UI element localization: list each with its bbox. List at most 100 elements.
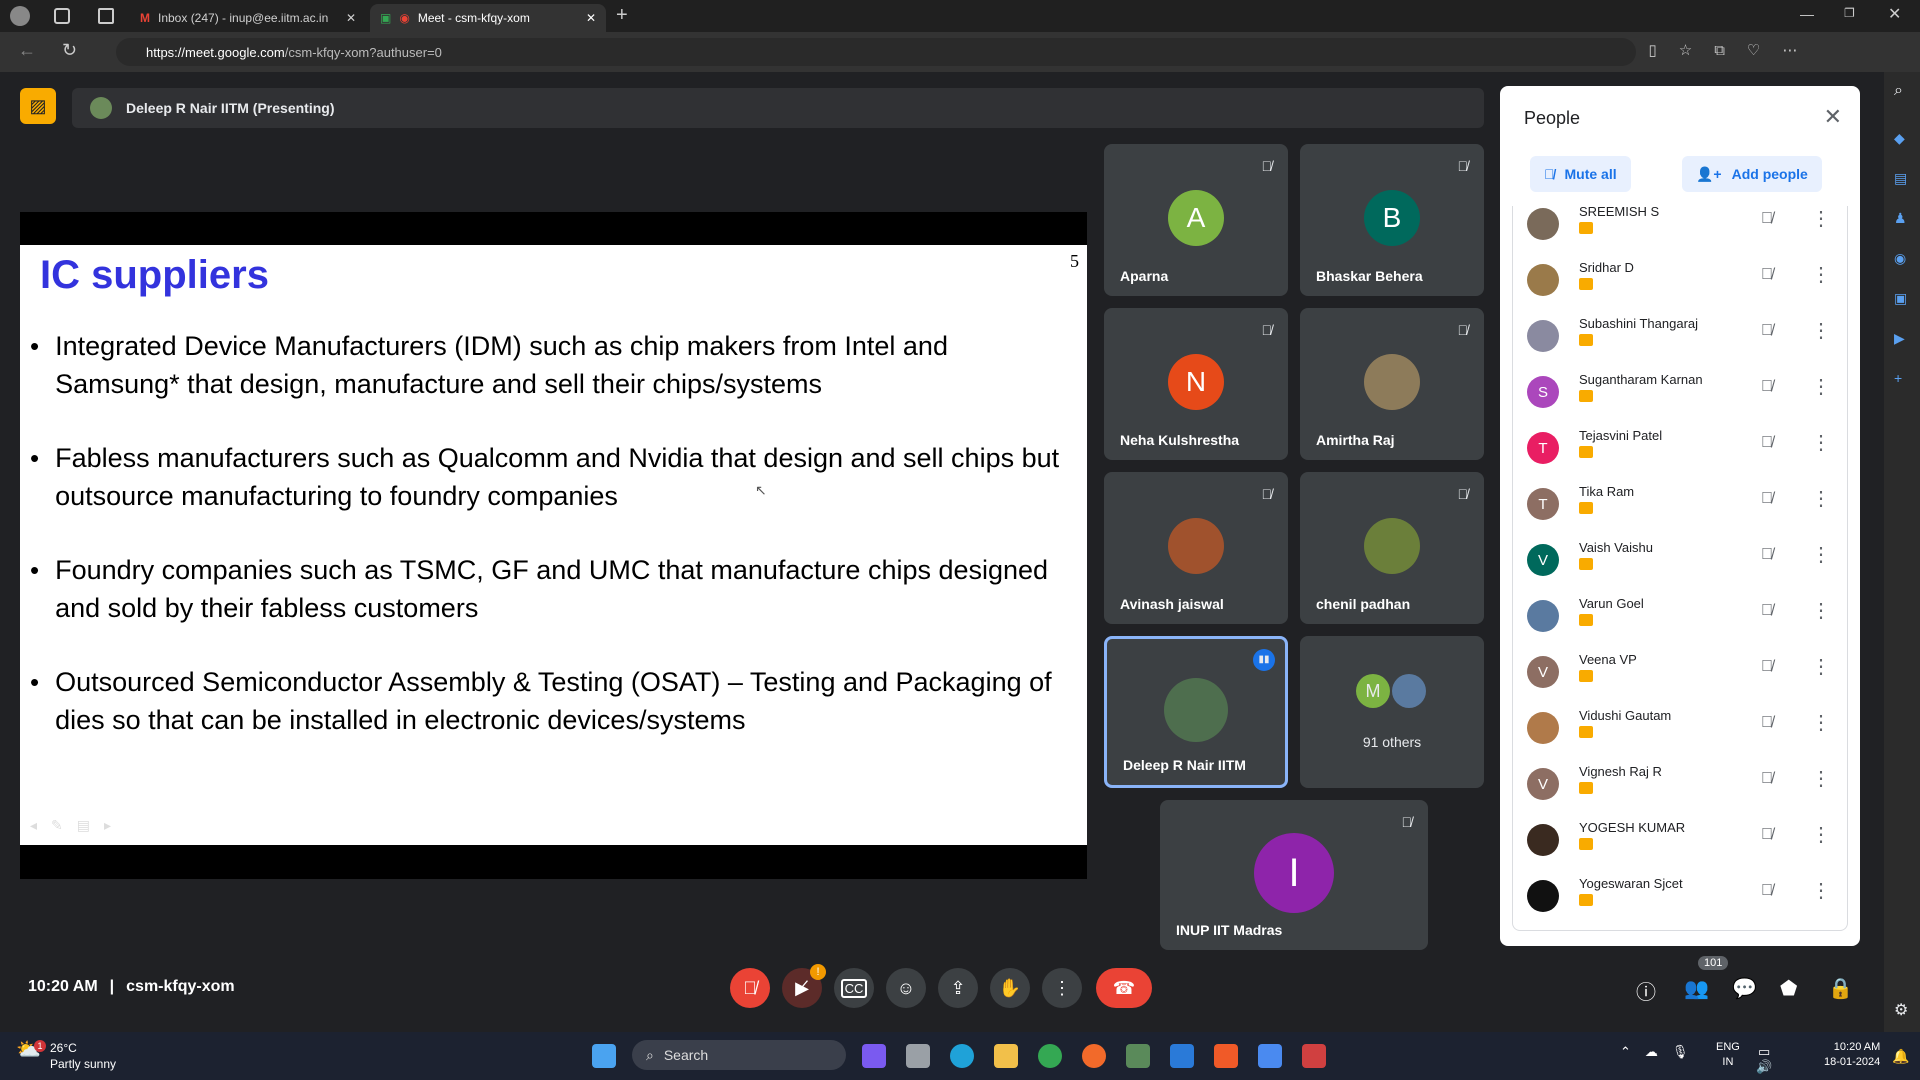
close-icon[interactable]: ✕ [1824, 104, 1842, 130]
participant-list[interactable]: SREEMISH S 🎙̸ ⋮ Sridhar D 🎙̸ ⋮ Subashini Tha… [1512, 206, 1848, 931]
raise-hand-button[interactable]: ✋ [990, 968, 1030, 1008]
close-tab-icon[interactable]: ✕ [586, 11, 596, 25]
more-options-icon[interactable]: ⋮ [1811, 318, 1831, 343]
refresh-icon[interactable]: ↻ [62, 40, 77, 61]
presentation-icon[interactable]: ▨ [20, 88, 56, 124]
mic-off-icon[interactable]: 🎙̸ [1761, 882, 1773, 900]
list-item[interactable]: Vidushi Gautam 🎙̸ ⋮ [1513, 702, 1847, 758]
close-tab-icon[interactable]: ✕ [346, 11, 356, 25]
more-options-button[interactable]: ⋮ [1042, 968, 1082, 1008]
mic-off-icon[interactable]: 🎙̸ [1761, 322, 1773, 340]
profile-icon[interactable] [10, 6, 30, 26]
notepad-icon[interactable] [1258, 1044, 1282, 1068]
list-item[interactable]: S Sugantharam Karnan 🎙̸ ⋮ [1513, 366, 1847, 422]
mic-off-icon[interactable]: 🎙̸ [1761, 546, 1773, 564]
store-icon[interactable] [1126, 1044, 1150, 1068]
more-options-icon[interactable]: ⋮ [1811, 206, 1831, 231]
others-tile[interactable]: M 91 others [1300, 636, 1484, 788]
taskbar-search[interactable]: ⌕ Search [632, 1040, 846, 1070]
search-icon[interactable]: ⌕ [1894, 82, 1903, 100]
mic-off-icon[interactable]: 🎙̸ [1761, 434, 1773, 452]
participant-tile[interactable]: B 🎙̸ Bhaskar Behera [1300, 144, 1484, 296]
brave-icon[interactable] [1214, 1044, 1238, 1068]
list-item[interactable]: YOGESH KUMAR 🎙̸ ⋮ [1513, 814, 1847, 870]
chrome-icon[interactable] [1038, 1044, 1062, 1068]
vscode-icon[interactable] [1170, 1044, 1194, 1068]
add-people-button[interactable]: 👤+ Add people [1682, 156, 1822, 192]
tab-meet[interactable]: ▣ ◉ Meet - csm-kfqy-xom ✕ [370, 4, 606, 32]
snipping-tool-icon[interactable] [1302, 1044, 1326, 1068]
list-item[interactable]: T Tika Ram 🎙̸ ⋮ [1513, 478, 1847, 534]
present-button[interactable]: ⇪ [938, 968, 978, 1008]
active-speaker-tile[interactable]: ▮▮ Deleep R Nair IITM [1104, 636, 1288, 788]
minimize-icon[interactable]: — [1800, 6, 1814, 22]
more-options-icon[interactable]: ⋮ [1811, 542, 1831, 567]
tab-actions-icon[interactable] [98, 8, 114, 24]
leave-call-button[interactable]: ☎ [1096, 968, 1152, 1008]
list-item[interactable]: Sridhar D 🎙̸ ⋮ [1513, 254, 1847, 310]
participant-tile[interactable]: 🎙̸ Avinash jaiswal [1104, 472, 1288, 624]
meeting-details-icon[interactable]: ⓘ [1636, 976, 1656, 1005]
more-options-icon[interactable]: ⋮ [1811, 654, 1831, 679]
task-view-icon[interactable] [906, 1044, 930, 1068]
activities-icon[interactable]: ⬟ [1780, 976, 1797, 1001]
list-item[interactable]: V Vaish Vaishu 🎙̸ ⋮ [1513, 534, 1847, 590]
workspaces-icon[interactable] [54, 8, 70, 24]
mute-all-button[interactable]: 🎙̸ Mute all [1530, 156, 1631, 192]
more-options-icon[interactable]: ⋮ [1811, 598, 1831, 623]
system-tray[interactable]: ⌃☁🎙 ENG IN ▭🔊 [1620, 1040, 1772, 1074]
notifications-icon[interactable]: 🔔 [1892, 1048, 1909, 1065]
firefox-icon[interactable] [1082, 1044, 1106, 1068]
back-icon[interactable]: ← [18, 40, 36, 61]
participant-tile[interactable]: 🎙̸ chenil padhan [1300, 472, 1484, 624]
chat-icon[interactable]: 💬 [1732, 976, 1757, 1001]
more-options-icon[interactable]: ⋮ [1811, 878, 1831, 903]
url-field[interactable]: https://meet.google.com/csm-kfqy-xom?aut… [116, 38, 1636, 66]
list-item[interactable]: SREEMISH S 🎙̸ ⋮ [1513, 206, 1847, 254]
more-options-icon[interactable]: ⋮ [1811, 822, 1831, 847]
more-options-icon[interactable]: ⋮ [1811, 766, 1831, 791]
mic-off-icon[interactable]: 🎙̸ [1761, 266, 1773, 284]
mic-off-icon[interactable]: 🎙̸ [1761, 714, 1773, 732]
sidebar-app-icons[interactable]: ◆ ▤ ♟ ◉ ▣ ▶ + [1894, 118, 1910, 398]
edge-icon[interactable] [950, 1044, 974, 1068]
participant-tile[interactable]: N 🎙̸ Neha Kulshrestha [1104, 308, 1288, 460]
start-icon[interactable] [592, 1044, 616, 1068]
more-options-icon[interactable]: ⋮ [1811, 486, 1831, 511]
list-item[interactable]: Varun Goel 🎙̸ ⋮ [1513, 590, 1847, 646]
mic-off-icon[interactable]: 🎙̸ [1761, 210, 1773, 228]
participant-tile[interactable]: A 🎙̸ Aparna [1104, 144, 1288, 296]
mic-off-icon[interactable]: 🎙̸ [1761, 658, 1773, 676]
mic-off-icon[interactable]: 🎙̸ [1761, 602, 1773, 620]
list-item[interactable]: T Tejasvini Patel 🎙̸ ⋮ [1513, 422, 1847, 478]
taskbar-clock[interactable]: 10:20 AM 18-01-2024 [1824, 1040, 1880, 1070]
restore-icon[interactable]: ❐ [1844, 6, 1855, 20]
settings-icon[interactable]: ⚙ [1894, 1000, 1908, 1020]
participant-tile[interactable]: I 🎙̸ INUP IIT Madras [1160, 800, 1428, 950]
more-options-icon[interactable]: ⋮ [1811, 710, 1831, 735]
mic-off-icon[interactable]: 🎙̸ [1761, 378, 1773, 396]
new-tab-icon[interactable]: + [616, 4, 628, 27]
participant-tile[interactable]: 🎙̸ Amirtha Raj [1300, 308, 1484, 460]
list-item[interactable]: V Vignesh Raj R 🎙̸ ⋮ [1513, 758, 1847, 814]
more-options-icon[interactable]: ⋮ [1811, 430, 1831, 455]
more-options-icon[interactable]: ⋮ [1811, 262, 1831, 287]
file-explorer-icon[interactable] [994, 1044, 1018, 1068]
slide-nav-icons[interactable]: ◂✎▤▸ [30, 817, 125, 834]
host-controls-icon[interactable]: 🔒 [1828, 976, 1853, 1001]
list-item[interactable]: Yogeswaran Sjcet 🎙̸ ⋮ [1513, 870, 1847, 926]
list-item[interactable]: Subashini Thangaraj 🎙̸ ⋮ [1513, 310, 1847, 366]
tab-gmail[interactable]: M Inbox (247) - inup@ee.iitm.ac.in ✕ [130, 4, 366, 32]
mic-off-icon[interactable]: 🎙̸ [1761, 770, 1773, 788]
reactions-button[interactable]: ☺ [886, 968, 926, 1008]
list-item[interactable]: V Veena VP 🎙̸ ⋮ [1513, 646, 1847, 702]
people-icon[interactable]: 👥 [1684, 976, 1709, 1001]
captions-button[interactable]: CC [834, 968, 874, 1008]
mic-off-icon[interactable]: 🎙̸ [1761, 826, 1773, 844]
weather-widget[interactable]: ⛅ 1 26°C Partly sunny [16, 1040, 116, 1072]
mic-toggle-button[interactable]: 🎙̸ [730, 968, 770, 1008]
more-options-icon[interactable]: ⋮ [1811, 374, 1831, 399]
mic-off-icon[interactable]: 🎙̸ [1761, 490, 1773, 508]
close-window-icon[interactable]: ✕ [1888, 4, 1901, 24]
copilot-icon[interactable] [862, 1044, 886, 1068]
